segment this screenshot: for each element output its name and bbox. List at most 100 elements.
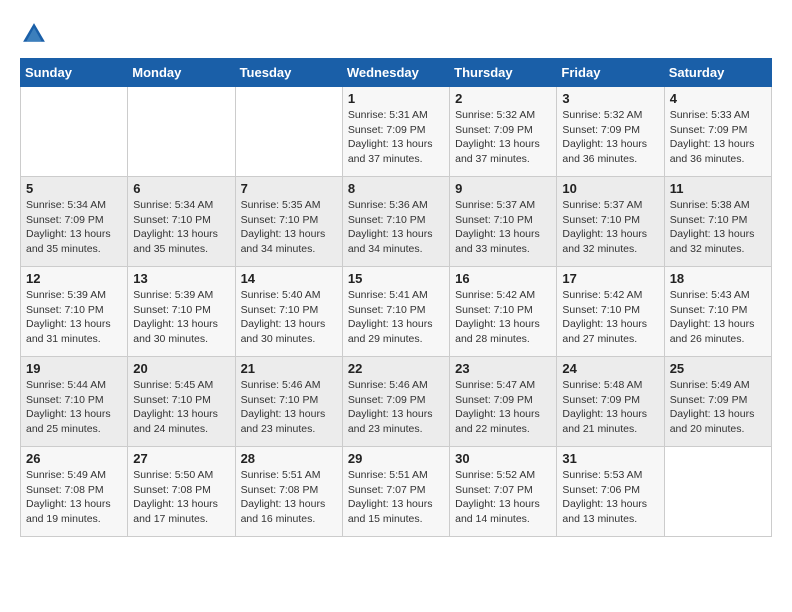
calendar-table: SundayMondayTuesdayWednesdayThursdayFrid…: [20, 58, 772, 537]
day-number: 15: [348, 271, 444, 286]
day-number: 8: [348, 181, 444, 196]
calendar-cell: 5 Sunrise: 5:34 AMSunset: 7:09 PMDaylight…: [21, 177, 128, 267]
calendar-cell: 25 Sunrise: 5:49 AMSunset: 7:09 PMDayligh…: [664, 357, 771, 447]
calendar-cell: [128, 87, 235, 177]
day-info: Sunrise: 5:49 AMSunset: 7:08 PMDaylight:…: [26, 468, 122, 527]
calendar-cell: 27 Sunrise: 5:50 AMSunset: 7:08 PMDayligh…: [128, 447, 235, 537]
day-number: 19: [26, 361, 122, 376]
header-monday: Monday: [128, 59, 235, 87]
calendar-cell: [235, 87, 342, 177]
day-number: 30: [455, 451, 551, 466]
day-info: Sunrise: 5:38 AMSunset: 7:10 PMDaylight:…: [670, 198, 766, 257]
calendar-cell: 2 Sunrise: 5:32 AMSunset: 7:09 PMDaylight…: [450, 87, 557, 177]
header-saturday: Saturday: [664, 59, 771, 87]
logo: [20, 20, 52, 48]
day-info: Sunrise: 5:42 AMSunset: 7:10 PMDaylight:…: [455, 288, 551, 347]
calendar-cell: 11 Sunrise: 5:38 AMSunset: 7:10 PMDayligh…: [664, 177, 771, 267]
logo-icon: [20, 20, 48, 48]
page-header: [20, 20, 772, 48]
day-number: 22: [348, 361, 444, 376]
day-info: Sunrise: 5:32 AMSunset: 7:09 PMDaylight:…: [562, 108, 658, 167]
header-wednesday: Wednesday: [342, 59, 449, 87]
calendar-cell: 15 Sunrise: 5:41 AMSunset: 7:10 PMDayligh…: [342, 267, 449, 357]
day-info: Sunrise: 5:50 AMSunset: 7:08 PMDaylight:…: [133, 468, 229, 527]
day-number: 17: [562, 271, 658, 286]
day-number: 6: [133, 181, 229, 196]
day-info: Sunrise: 5:51 AMSunset: 7:08 PMDaylight:…: [241, 468, 337, 527]
day-info: Sunrise: 5:39 AMSunset: 7:10 PMDaylight:…: [133, 288, 229, 347]
calendar-cell: 18 Sunrise: 5:43 AMSunset: 7:10 PMDayligh…: [664, 267, 771, 357]
day-info: Sunrise: 5:34 AMSunset: 7:10 PMDaylight:…: [133, 198, 229, 257]
calendar-cell: 16Sunrise: 5:42 AMSunset: 7:10 PMDayligh…: [450, 267, 557, 357]
calendar-cell: [664, 447, 771, 537]
day-info: Sunrise: 5:40 AMSunset: 7:10 PMDaylight:…: [241, 288, 337, 347]
calendar-week-row: 26Sunrise: 5:49 AMSunset: 7:08 PMDayligh…: [21, 447, 772, 537]
day-info: Sunrise: 5:53 AMSunset: 7:06 PMDaylight:…: [562, 468, 658, 527]
header-friday: Friday: [557, 59, 664, 87]
calendar-cell: 20 Sunrise: 5:45 AMSunset: 7:10 PMDayligh…: [128, 357, 235, 447]
calendar-cell: 30 Sunrise: 5:52 AMSunset: 7:07 PMDayligh…: [450, 447, 557, 537]
day-info: Sunrise: 5:47 AMSunset: 7:09 PMDaylight:…: [455, 378, 551, 437]
day-number: 31: [562, 451, 658, 466]
calendar-cell: 13 Sunrise: 5:39 AMSunset: 7:10 PMDayligh…: [128, 267, 235, 357]
calendar-week-row: 19 Sunrise: 5:44 AMSunset: 7:10 PMDayligh…: [21, 357, 772, 447]
day-info: Sunrise: 5:51 AMSunset: 7:07 PMDaylight:…: [348, 468, 444, 527]
calendar-cell: 3 Sunrise: 5:32 AMSunset: 7:09 PMDaylight…: [557, 87, 664, 177]
calendar-cell: 14Sunrise: 5:40 AMSunset: 7:10 PMDayligh…: [235, 267, 342, 357]
day-number: 28: [241, 451, 337, 466]
calendar-cell: 12Sunrise: 5:39 AMSunset: 7:10 PMDayligh…: [21, 267, 128, 357]
day-number: 11: [670, 181, 766, 196]
calendar-cell: 26Sunrise: 5:49 AMSunset: 7:08 PMDayligh…: [21, 447, 128, 537]
calendar-cell: 4Sunrise: 5:33 AMSunset: 7:09 PMDaylight…: [664, 87, 771, 177]
calendar-week-row: 5 Sunrise: 5:34 AMSunset: 7:09 PMDaylight…: [21, 177, 772, 267]
day-number: 18: [670, 271, 766, 286]
day-info: Sunrise: 5:42 AMSunset: 7:10 PMDaylight:…: [562, 288, 658, 347]
calendar-cell: 28 Sunrise: 5:51 AMSunset: 7:08 PMDayligh…: [235, 447, 342, 537]
day-number: 1: [348, 91, 444, 106]
day-info: Sunrise: 5:43 AMSunset: 7:10 PMDaylight:…: [670, 288, 766, 347]
day-number: 9: [455, 181, 551, 196]
day-info: Sunrise: 5:49 AMSunset: 7:09 PMDaylight:…: [670, 378, 766, 437]
day-number: 27: [133, 451, 229, 466]
day-info: Sunrise: 5:44 AMSunset: 7:10 PMDaylight:…: [26, 378, 122, 437]
calendar-cell: [21, 87, 128, 177]
day-info: Sunrise: 5:34 AMSunset: 7:09 PMDaylight:…: [26, 198, 122, 257]
day-info: Sunrise: 5:36 AMSunset: 7:10 PMDaylight:…: [348, 198, 444, 257]
day-number: 29: [348, 451, 444, 466]
calendar-cell: 24 Sunrise: 5:48 AMSunset: 7:09 PMDayligh…: [557, 357, 664, 447]
day-info: Sunrise: 5:31 AMSunset: 7:09 PMDaylight:…: [348, 108, 444, 167]
day-info: Sunrise: 5:52 AMSunset: 7:07 PMDaylight:…: [455, 468, 551, 527]
calendar-cell: 17 Sunrise: 5:42 AMSunset: 7:10 PMDayligh…: [557, 267, 664, 357]
calendar-cell: 23 Sunrise: 5:47 AMSunset: 7:09 PMDayligh…: [450, 357, 557, 447]
calendar-cell: 21Sunrise: 5:46 AMSunset: 7:10 PMDayligh…: [235, 357, 342, 447]
day-info: Sunrise: 5:35 AMSunset: 7:10 PMDaylight:…: [241, 198, 337, 257]
day-number: 24: [562, 361, 658, 376]
calendar-cell: 10Sunrise: 5:37 AMSunset: 7:10 PMDayligh…: [557, 177, 664, 267]
calendar-week-row: 12Sunrise: 5:39 AMSunset: 7:10 PMDayligh…: [21, 267, 772, 357]
day-info: Sunrise: 5:32 AMSunset: 7:09 PMDaylight:…: [455, 108, 551, 167]
day-number: 23: [455, 361, 551, 376]
day-info: Sunrise: 5:37 AMSunset: 7:10 PMDaylight:…: [562, 198, 658, 257]
header-tuesday: Tuesday: [235, 59, 342, 87]
day-number: 25: [670, 361, 766, 376]
day-number: 3: [562, 91, 658, 106]
header-sunday: Sunday: [21, 59, 128, 87]
calendar-header-row: SundayMondayTuesdayWednesdayThursdayFrid…: [21, 59, 772, 87]
day-info: Sunrise: 5:48 AMSunset: 7:09 PMDaylight:…: [562, 378, 658, 437]
day-number: 2: [455, 91, 551, 106]
calendar-cell: 29 Sunrise: 5:51 AMSunset: 7:07 PMDayligh…: [342, 447, 449, 537]
header-thursday: Thursday: [450, 59, 557, 87]
day-info: Sunrise: 5:41 AMSunset: 7:10 PMDaylight:…: [348, 288, 444, 347]
day-number: 7: [241, 181, 337, 196]
calendar-week-row: 1 Sunrise: 5:31 AMSunset: 7:09 PMDaylight…: [21, 87, 772, 177]
day-number: 5: [26, 181, 122, 196]
calendar-cell: 6 Sunrise: 5:34 AMSunset: 7:10 PMDaylight…: [128, 177, 235, 267]
day-info: Sunrise: 5:37 AMSunset: 7:10 PMDaylight:…: [455, 198, 551, 257]
day-info: Sunrise: 5:45 AMSunset: 7:10 PMDaylight:…: [133, 378, 229, 437]
day-info: Sunrise: 5:46 AMSunset: 7:09 PMDaylight:…: [348, 378, 444, 437]
day-number: 20: [133, 361, 229, 376]
calendar-cell: 22 Sunrise: 5:46 AMSunset: 7:09 PMDayligh…: [342, 357, 449, 447]
calendar-cell: 7 Sunrise: 5:35 AMSunset: 7:10 PMDaylight…: [235, 177, 342, 267]
day-number: 13: [133, 271, 229, 286]
calendar-cell: 8 Sunrise: 5:36 AMSunset: 7:10 PMDaylight…: [342, 177, 449, 267]
